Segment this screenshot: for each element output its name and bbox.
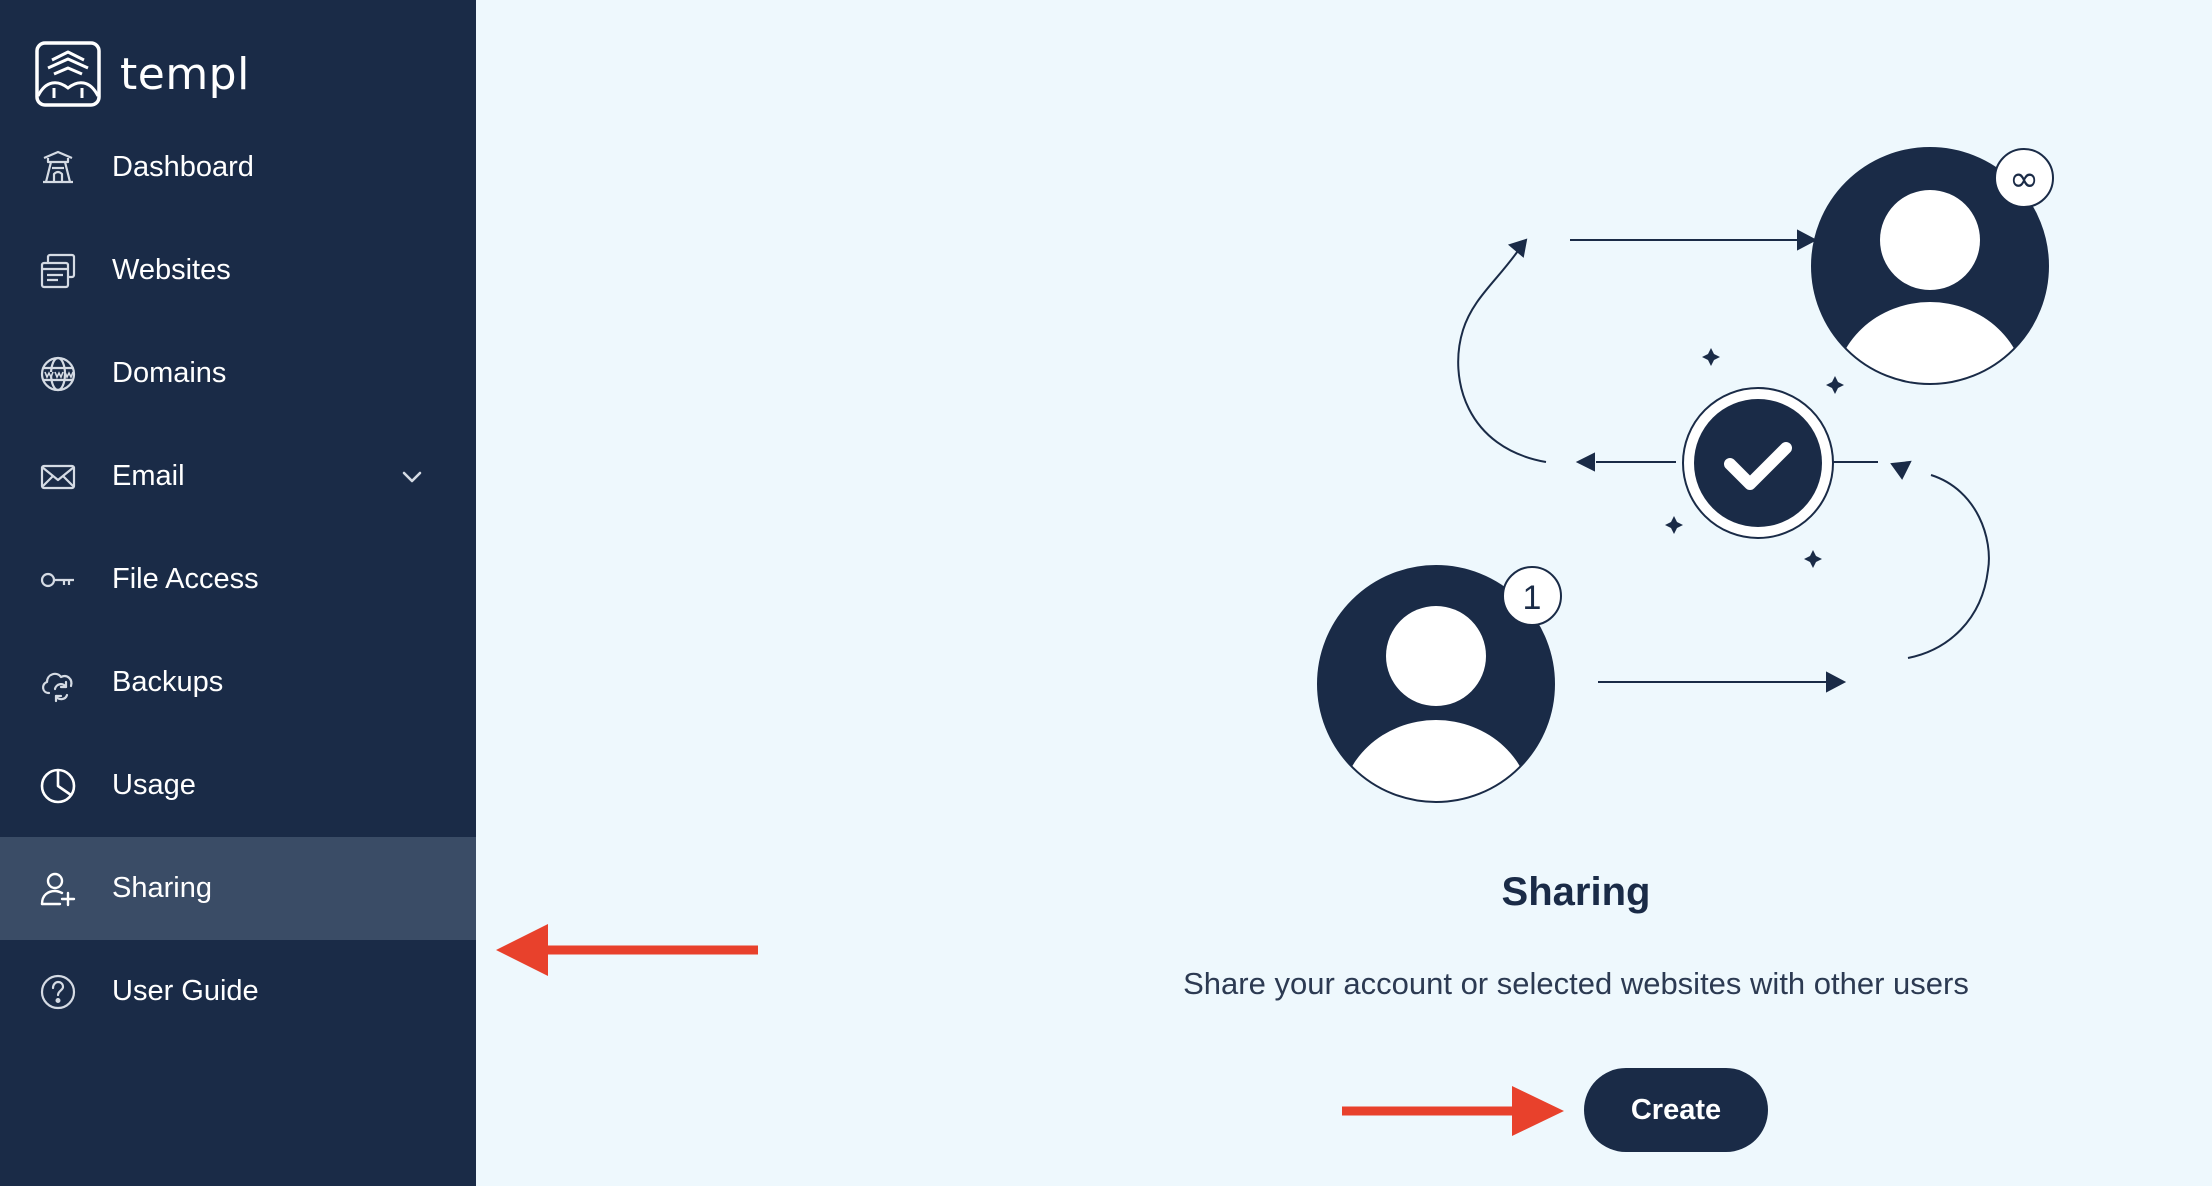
sidebar-item-sharing[interactable]: Sharing	[0, 837, 476, 940]
envelope-icon	[38, 457, 78, 497]
app-window: templ Dashboard Websites Domains Email F…	[0, 0, 2212, 1186]
sidebar-item-label: Sharing	[112, 872, 212, 904]
pie-chart-icon	[38, 766, 78, 806]
svg-text:1: 1	[1523, 579, 1542, 617]
sidebar-item-domains[interactable]: Domains	[0, 322, 476, 425]
sidebar: templ Dashboard Websites Domains Email F…	[0, 0, 476, 1186]
sidebar-item-backups[interactable]: Backups	[0, 631, 476, 734]
sidebar-item-usage[interactable]: Usage	[0, 734, 476, 837]
create-button[interactable]: Create	[1584, 1068, 1768, 1152]
cloud-sync-icon	[38, 663, 78, 703]
sidebar-item-label: Email	[112, 460, 185, 492]
sidebar-item-user-guide[interactable]: User Guide	[0, 940, 476, 1043]
sidebar-item-label: Dashboard	[112, 151, 254, 183]
help-circle-icon	[38, 972, 78, 1012]
templ-logo-icon	[35, 41, 101, 107]
chevron-down-icon[interactable]	[398, 463, 426, 491]
key-icon	[38, 560, 78, 600]
page-subtitle: Share your account or selected websites …	[1183, 966, 1969, 1001]
sidebar-item-file-access[interactable]: File Access	[0, 528, 476, 631]
annotation-arrow-right-icon	[1342, 1086, 1564, 1136]
sidebar-item-label: Domains	[112, 357, 227, 389]
add-user-icon	[38, 869, 78, 909]
count-badge: 1	[1502, 566, 1562, 626]
websites-icon	[38, 251, 78, 291]
sidebar-item-websites[interactable]: Websites	[0, 219, 476, 322]
sidebar-item-email[interactable]: Email	[0, 425, 476, 528]
svg-text:∞: ∞	[2009, 159, 2039, 200]
sidebar-item-dashboard[interactable]: Dashboard	[0, 116, 476, 219]
sidebar-item-label: File Access	[112, 563, 259, 595]
sidebar-item-label: User Guide	[112, 975, 259, 1007]
annotation-arrow-left-icon	[496, 924, 758, 976]
unlimited-badge: ∞	[1994, 148, 2054, 208]
page-title: Sharing	[1501, 870, 1651, 914]
sidebar-item-label: Websites	[112, 254, 231, 286]
sidebar-item-label: Usage	[112, 769, 196, 801]
sidebar-item-label: Backups	[112, 666, 224, 698]
sharing-illustration: ∞ 1	[1317, 147, 2054, 803]
sidebar-nav: Dashboard Websites Domains Email File Ac…	[0, 116, 476, 1043]
main-content: ∞ 1 Sharing Share your account or select…	[476, 0, 2212, 1186]
brand-logo[interactable]: templ	[34, 40, 250, 108]
checkmark-icon	[1682, 387, 1834, 539]
www-globe-icon	[38, 354, 78, 394]
brand-name: templ	[120, 48, 250, 100]
dashboard-icon	[38, 148, 78, 188]
